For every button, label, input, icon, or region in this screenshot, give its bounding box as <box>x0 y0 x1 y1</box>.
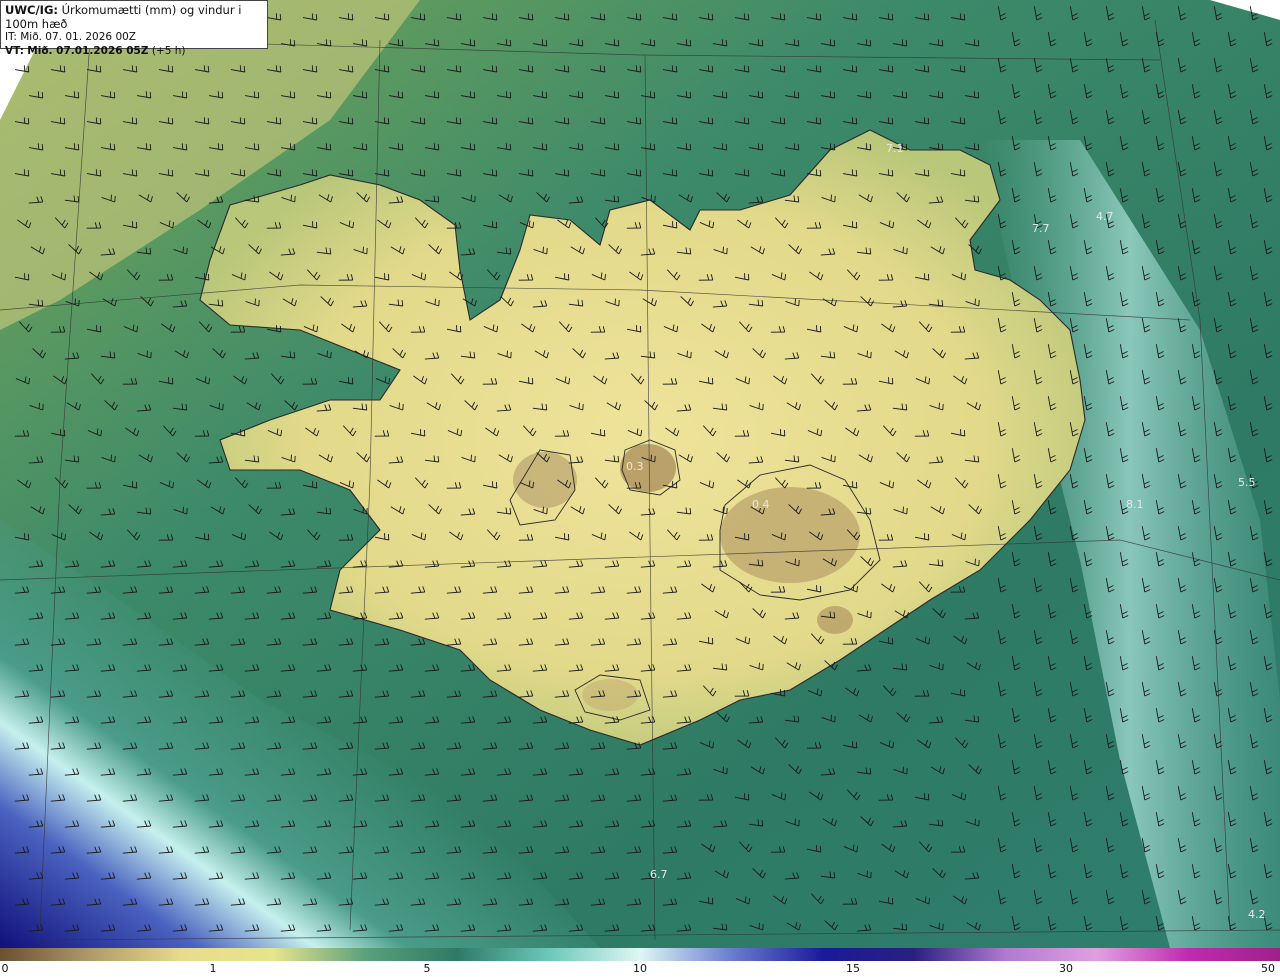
oraefajokull-patch <box>817 606 853 634</box>
colorbar-tick: 0 <box>1 962 9 975</box>
precipitation-wind-map <box>0 0 1280 948</box>
title-line: UWC/IG: Úrkomumætti (mm) og vindur i 100… <box>5 3 263 31</box>
value-label: 0.4 <box>752 498 770 511</box>
value-label: 6.7 <box>650 868 668 881</box>
value-label: 8.1 <box>1126 498 1144 511</box>
value-label: 7.7 <box>1032 222 1050 235</box>
value-label: 4.7 <box>1096 210 1114 223</box>
value-label: 7.1 <box>886 142 904 155</box>
colorbar-tick: 15 <box>846 962 860 975</box>
lead-time: (+5 h) <box>151 44 186 57</box>
product-code: UWC/IG: <box>5 3 58 17</box>
colorbar-tick: 30 <box>1059 962 1073 975</box>
valid-time-line: VT: Mið. 07.01.2026 05Z (+5 h) <box>5 45 263 59</box>
value-label: 5.5 <box>1238 476 1256 489</box>
header-info-box: UWC/IG: Úrkomumætti (mm) og vindur i 100… <box>0 0 268 57</box>
value-label: 4.2 <box>1248 908 1266 921</box>
colorbar-tick: 50 <box>1261 962 1275 975</box>
valid-time: Mið. 07.01.2026 05Z <box>27 44 149 57</box>
colorbar-tick: 5 <box>423 962 431 975</box>
init-time: IT: Mið. 07. 01. 2026 00Z <box>5 31 136 43</box>
colorbar-strip <box>0 948 1280 961</box>
colorbar-tick: 10 <box>633 962 647 975</box>
valid-prefix: VT: <box>5 44 24 57</box>
colorbar-legend: 0 1 5 10 15 30 50 <box>0 948 1280 978</box>
colorbar-tick: 1 <box>209 962 217 975</box>
vatnajokull-patch <box>720 487 860 583</box>
myrdalsjokull-patch <box>582 679 638 711</box>
value-label: 0.3 <box>626 460 644 473</box>
